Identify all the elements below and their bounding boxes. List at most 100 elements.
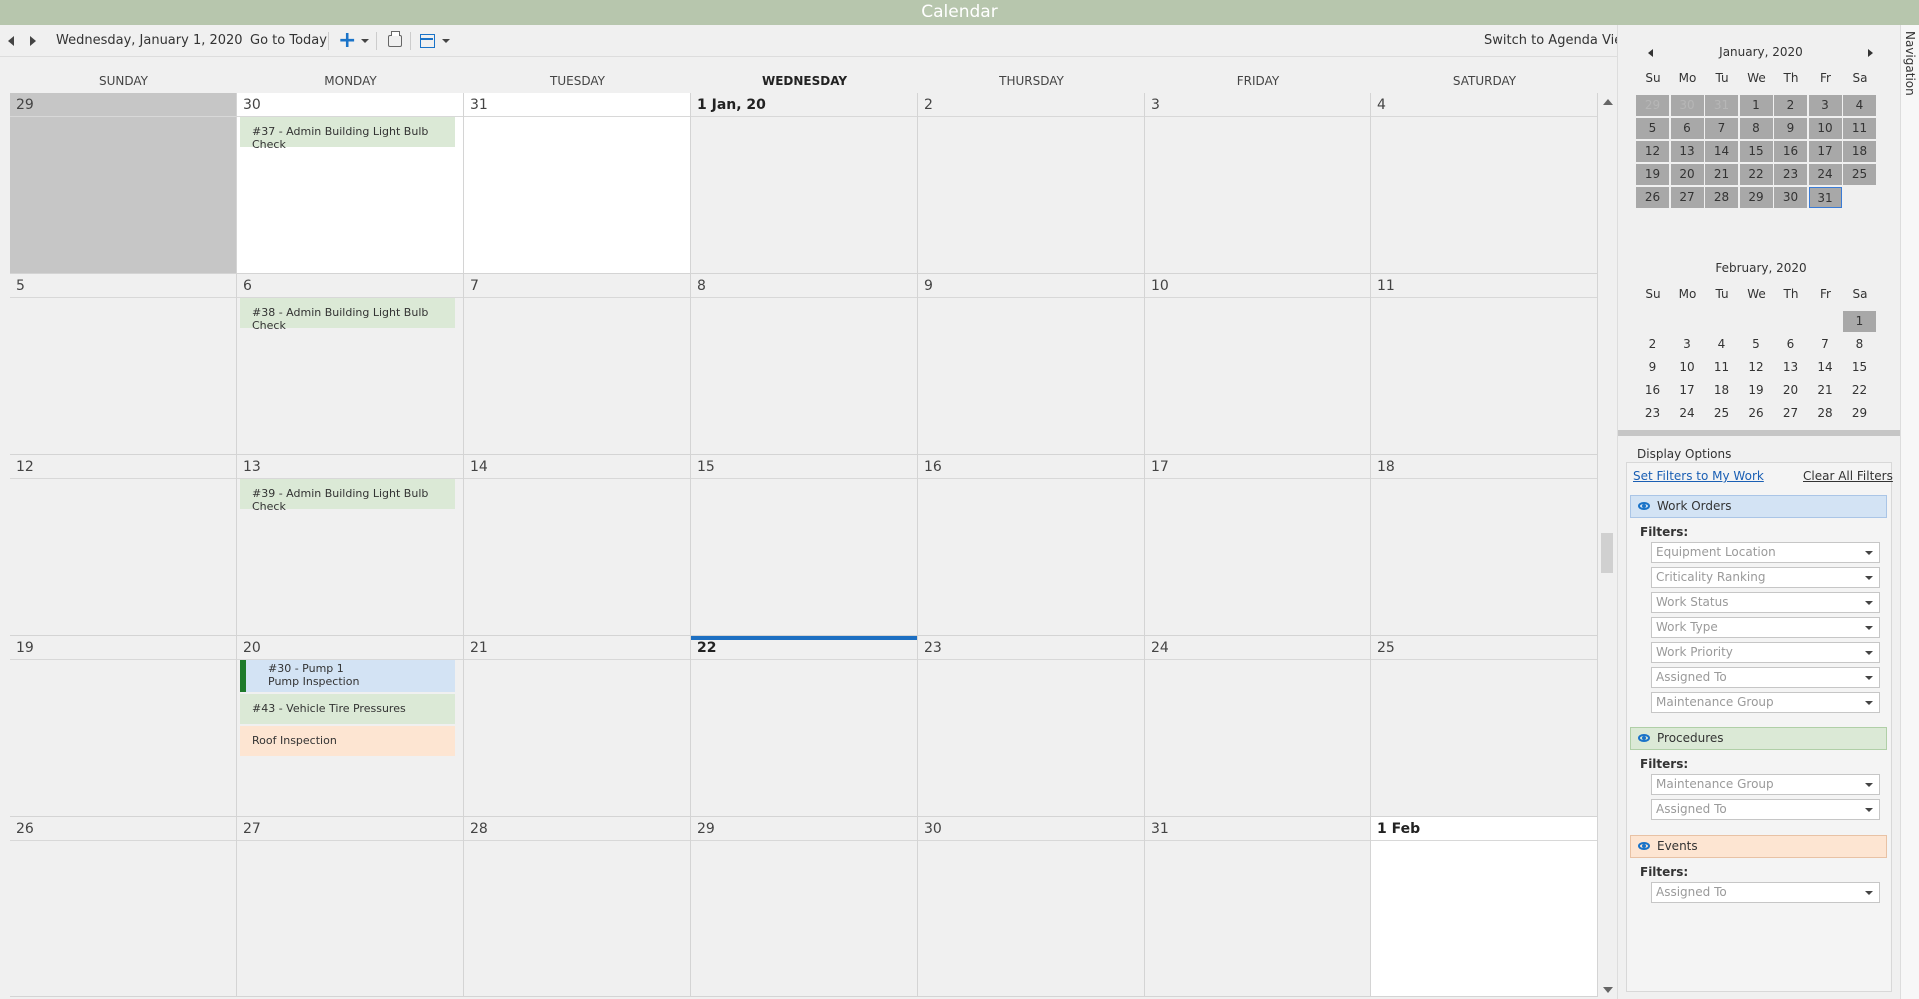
day-cell[interactable]: 3 (1145, 93, 1371, 274)
mini-prev-month-icon[interactable] (1648, 49, 1653, 57)
day-cell[interactable]: 2 (918, 93, 1145, 274)
day-cell[interactable]: 23 (918, 636, 1145, 817)
day-cell[interactable]: 20 #30 - Pump 1 Pump Inspection #43 - Vehic… (237, 636, 464, 817)
filter-dropdown[interactable]: Maintenance Group (1651, 774, 1880, 795)
mini-day[interactable]: 14 (1809, 357, 1842, 378)
go-to-today-button[interactable]: Go to Today (250, 25, 327, 57)
mini-day[interactable]: 9 (1774, 118, 1807, 139)
mini-day[interactable]: 17 (1808, 141, 1842, 162)
mini-day[interactable]: 5 (1740, 334, 1773, 355)
mini-day[interactable]: 10 (1671, 357, 1704, 378)
eye-icon[interactable] (1638, 734, 1650, 742)
mini-day[interactable]: 12 (1740, 357, 1773, 378)
mini-day[interactable]: 3 (1808, 95, 1842, 116)
navigation-tab[interactable]: Navigation (1900, 25, 1919, 999)
mini-day[interactable]: 15 (1739, 141, 1773, 162)
view-options-dropdown-arrow[interactable] (442, 25, 450, 57)
filter-dropdown[interactable]: Work Priority (1651, 642, 1880, 663)
day-cell[interactable]: 31 (464, 93, 691, 274)
day-cell[interactable]: 13 #39 - Admin Building Light Bulb Check (237, 455, 464, 636)
mini-day[interactable]: 28 (1809, 403, 1842, 424)
mini-day[interactable]: 1 (1843, 311, 1876, 332)
day-cell[interactable]: 12 (10, 455, 237, 636)
mini-day[interactable]: 16 (1636, 380, 1669, 401)
day-cell[interactable]: 29 (10, 93, 237, 274)
filter-dropdown[interactable]: Criticality Ranking (1651, 567, 1880, 588)
calendar-event[interactable]: #37 - Admin Building Light Bulb Check (240, 117, 455, 151)
mini-day[interactable]: 1 (1739, 95, 1773, 116)
section-header-procedures[interactable]: Procedures (1630, 727, 1887, 750)
filter-dropdown[interactable]: Work Status (1651, 592, 1880, 613)
mini-day[interactable]: 15 (1843, 357, 1876, 378)
day-cell[interactable]: 25 (1371, 636, 1598, 817)
day-cell[interactable]: 10 (1145, 274, 1371, 455)
section-header-events[interactable]: Events (1630, 835, 1887, 858)
day-cell[interactable]: 6 #38 - Admin Building Light Bulb Check (237, 274, 464, 455)
mini-day[interactable]: 31 (1705, 95, 1738, 116)
day-cell[interactable]: 27 (237, 817, 464, 997)
day-cell[interactable]: 4 (1371, 93, 1598, 274)
mini-day[interactable]: 10 (1808, 118, 1842, 139)
mini-day[interactable]: 31 (1808, 187, 1842, 208)
mini-day[interactable]: 28 (1705, 187, 1738, 208)
mini-day[interactable]: 29 (1843, 403, 1876, 424)
scroll-up-arrow-icon[interactable] (1603, 99, 1613, 105)
panel-splitter[interactable] (1618, 430, 1901, 436)
calendar-event[interactable]: Roof Inspection (240, 726, 455, 756)
mini-day[interactable]: 29 (1739, 187, 1773, 208)
mini-day[interactable]: 20 (1670, 164, 1704, 185)
print-icon[interactable] (388, 31, 402, 47)
day-cell[interactable]: 30 #37 - Admin Building Light Bulb Check (237, 93, 464, 274)
day-cell[interactable]: 19 (10, 636, 237, 817)
mini-day[interactable]: 24 (1808, 164, 1842, 185)
mini-day[interactable]: 26 (1636, 187, 1669, 208)
day-cell[interactable]: 29 (691, 817, 918, 997)
mini-day[interactable]: 12 (1636, 141, 1669, 162)
mini-day[interactable]: 11 (1843, 118, 1876, 139)
day-cell[interactable]: 8 (691, 274, 918, 455)
filter-dropdown[interactable]: Maintenance Group (1651, 692, 1880, 713)
mini-day[interactable]: 23 (1774, 164, 1807, 185)
mini-day[interactable]: 30 (1670, 95, 1704, 116)
previous-arrow-icon[interactable] (8, 36, 14, 46)
set-filters-to-my-work-link[interactable]: Set Filters to My Work (1633, 469, 1764, 483)
day-cell[interactable]: 7 (464, 274, 691, 455)
section-header-work-orders[interactable]: Work Orders (1630, 495, 1887, 518)
scroll-down-arrow-icon[interactable] (1603, 987, 1613, 993)
next-arrow-icon[interactable] (30, 36, 36, 46)
day-cell[interactable]: 14 (464, 455, 691, 636)
mini-day[interactable]: 2 (1636, 334, 1669, 355)
mini-day[interactable]: 25 (1843, 164, 1876, 185)
mini-day[interactable]: 18 (1705, 380, 1738, 401)
mini-day[interactable]: 18 (1843, 141, 1876, 162)
mini-day[interactable]: 8 (1739, 118, 1773, 139)
mini-day[interactable]: 20 (1774, 380, 1807, 401)
mini-day[interactable]: 4 (1705, 334, 1738, 355)
day-cell[interactable]: 9 (918, 274, 1145, 455)
mini-day[interactable]: 22 (1739, 164, 1773, 185)
day-cell[interactable]: 24 (1145, 636, 1371, 817)
mini-day[interactable]: 11 (1705, 357, 1738, 378)
view-options-icon[interactable] (420, 34, 435, 48)
filter-dropdown[interactable]: Assigned To (1651, 882, 1880, 903)
mini-day[interactable]: 13 (1670, 141, 1704, 162)
mini-day[interactable]: 6 (1670, 118, 1704, 139)
day-cell[interactable]: 1 Feb (1371, 817, 1598, 997)
day-cell[interactable]: 31 (1145, 817, 1371, 997)
calendar-event[interactable]: #39 - Admin Building Light Bulb Check (240, 479, 455, 513)
filter-dropdown[interactable]: Work Type (1651, 617, 1880, 638)
calendar-event[interactable]: #43 - Vehicle Tire Pressures (240, 694, 455, 724)
scroll-thumb[interactable] (1601, 533, 1613, 573)
mini-day[interactable]: 4 (1843, 95, 1876, 116)
day-cell[interactable]: 17 (1145, 455, 1371, 636)
mini-day[interactable]: 25 (1705, 403, 1738, 424)
mini-day[interactable]: 7 (1809, 334, 1842, 355)
mini-day[interactable]: 26 (1740, 403, 1773, 424)
mini-day[interactable]: 8 (1843, 334, 1876, 355)
mini-day[interactable]: 14 (1705, 141, 1738, 162)
mini-day[interactable]: 6 (1774, 334, 1807, 355)
mini-day[interactable]: 13 (1774, 357, 1807, 378)
day-cell[interactable]: 18 (1371, 455, 1598, 636)
mini-day[interactable]: 22 (1843, 380, 1876, 401)
day-cell[interactable]: 1 Jan, 20 (691, 93, 918, 274)
